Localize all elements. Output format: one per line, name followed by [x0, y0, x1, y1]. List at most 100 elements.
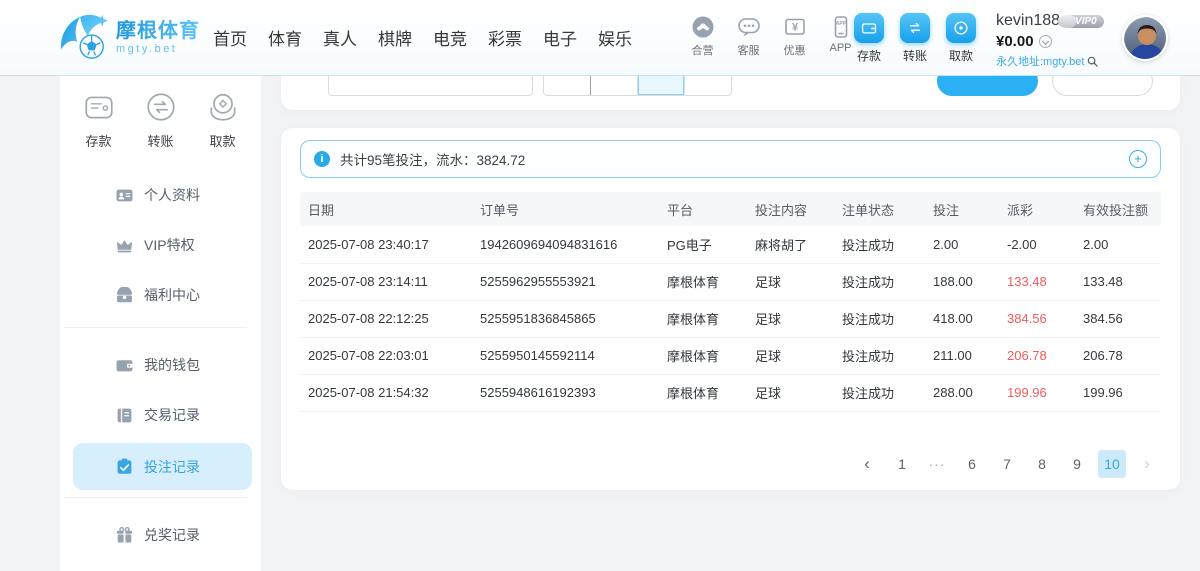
- action-label: 取款: [949, 47, 973, 64]
- table-row[interactable]: 2025-07-08 23:14:11 5255962955553921 摩根体…: [300, 263, 1161, 300]
- nav-item[interactable]: 真人: [323, 25, 357, 50]
- cell-valid-amount: 133.48: [1075, 263, 1161, 300]
- cell-valid-amount: 384.56: [1075, 300, 1161, 337]
- cell-valid-amount: 199.96: [1075, 374, 1161, 411]
- sidebar-deposit-button[interactable]: 存款: [76, 90, 122, 160]
- user-avatar[interactable]: [1122, 15, 1168, 61]
- nav-item[interactable]: 棋牌: [378, 25, 412, 50]
- sidebar-menu: 个人资料 VIP特权 福利中心: [60, 170, 261, 560]
- table-header-row: 日期 订单号 平台 投注内容 注单状态 投注 派彩 有效投注额: [300, 192, 1161, 226]
- nav-item[interactable]: 娱乐: [598, 25, 632, 50]
- pagination: ‹ 1···678910 ›: [853, 450, 1161, 478]
- pagination-page[interactable]: 6: [958, 450, 986, 478]
- sidebar-transfer-button[interactable]: 转账: [138, 90, 184, 160]
- service-label: APP: [829, 42, 851, 54]
- support-chat-icon: [737, 15, 761, 39]
- balance-dropdown-icon[interactable]: [1039, 35, 1052, 48]
- sidebar-item-transactions[interactable]: 交易记录: [60, 390, 261, 440]
- mobile-app-icon: APP: [829, 15, 853, 39]
- cell-date: 2025-07-08 22:12:25: [300, 300, 472, 337]
- pagination-page[interactable]: 1: [888, 450, 916, 478]
- nav-item[interactable]: 首页: [213, 25, 247, 50]
- nav-item[interactable]: 电竞: [433, 25, 467, 50]
- cell-date: 2025-07-08 22:03:01: [300, 337, 472, 374]
- sidebar-divider: [64, 327, 247, 328]
- promotions-link[interactable]: ¥ 优惠: [778, 15, 811, 58]
- table-row[interactable]: 2025-07-08 22:03:01 5255950145592114 摩根体…: [300, 337, 1161, 374]
- permanent-address[interactable]: 永久地址:mgty.bet: [996, 53, 1084, 69]
- pagination-page[interactable]: 10: [1098, 450, 1126, 478]
- brand-title: 摩根体育: [116, 20, 200, 42]
- nav-item[interactable]: 体育: [268, 25, 302, 50]
- pagination-page[interactable]: 8: [1028, 450, 1056, 478]
- menu-label: 交易记录: [144, 405, 200, 425]
- quick-label: 取款: [200, 131, 246, 150]
- pagination-page[interactable]: 9: [1063, 450, 1091, 478]
- deposit-button[interactable]: 存款: [853, 13, 885, 64]
- sidebar-withdraw-button[interactable]: 取款: [200, 90, 246, 160]
- cell-payout: 133.48: [999, 263, 1075, 300]
- pagination-page[interactable]: 7: [993, 450, 1021, 478]
- sidebar-quick-actions: 存款 转账 取款: [60, 76, 261, 160]
- nav-item[interactable]: 电子: [543, 25, 577, 50]
- magnifier-icon[interactable]: [1087, 56, 1098, 67]
- sidebar-item-profile[interactable]: 个人资料: [60, 170, 261, 220]
- menu-label: 投注记录: [144, 457, 200, 477]
- promo-coupon-icon: ¥: [783, 15, 807, 39]
- cell-payout: -2.00: [999, 226, 1075, 263]
- pagination-next[interactable]: ›: [1133, 450, 1161, 478]
- sidebar-item-vip[interactable]: VIP特权: [60, 220, 261, 270]
- col-date: 日期: [300, 192, 472, 226]
- sidebar-item-redeem-records[interactable]: 兑奖记录: [60, 510, 261, 560]
- sidebar-item-bet-records[interactable]: 投注记录: [73, 443, 252, 490]
- username[interactable]: kevin188: [996, 12, 1060, 30]
- cell-platform: 摩根体育: [659, 374, 747, 411]
- pagination-prev[interactable]: ‹: [853, 450, 881, 478]
- withdraw-icon: [946, 13, 976, 43]
- cell-valid-amount: 2.00: [1075, 226, 1161, 263]
- summary-bar: i 共计95笔投注，流水：3824.72 +: [300, 140, 1161, 178]
- cell-platform: PG电子: [659, 226, 747, 263]
- betting-records-page: 摩根体育 mgty.bet 首页体育真人棋牌电竞彩票电子娱乐 合营: [0, 0, 1200, 571]
- vip-badge[interactable]: VIP0: [1065, 15, 1104, 28]
- cell-date: 2025-07-08 23:40:17: [300, 226, 472, 263]
- cell-platform: 摩根体育: [659, 263, 747, 300]
- menu-label: 福利中心: [144, 285, 200, 305]
- nav-item[interactable]: 彩票: [488, 25, 522, 50]
- deposit-outline-icon: [82, 90, 116, 124]
- transfer-outline-icon: [144, 90, 178, 124]
- table-row[interactable]: 2025-07-08 22:12:25 5255951836845865 摩根体…: [300, 300, 1161, 337]
- expand-plus-icon[interactable]: +: [1129, 150, 1147, 168]
- col-order-id: 订单号: [472, 192, 659, 226]
- table-row[interactable]: 2025-07-08 21:54:32 5255948616192393 摩根体…: [300, 374, 1161, 411]
- deposit-icon: [854, 13, 884, 43]
- transfer-button[interactable]: 转账: [899, 13, 931, 64]
- cell-order-id: 5255962955553921: [472, 263, 659, 300]
- customer-service-link[interactable]: 客服: [732, 15, 765, 58]
- partner-link[interactable]: 合营: [686, 15, 719, 58]
- cell-bet-amount: 288.00: [925, 374, 999, 411]
- menu-label: 个人资料: [144, 185, 200, 205]
- service-label: 合营: [692, 42, 714, 58]
- cell-bet-amount: 418.00: [925, 300, 999, 337]
- table-row[interactable]: 2025-07-08 23:40:17 1942609694094831616 …: [300, 226, 1161, 263]
- brand-logo[interactable]: 摩根体育 mgty.bet: [58, 13, 200, 61]
- cell-order-id: 1942609694094831616: [472, 226, 659, 263]
- brand-domain: mgty.bet: [116, 43, 200, 55]
- top-header: 摩根体育 mgty.bet 首页体育真人棋牌电竞彩票电子娱乐 合营: [0, 0, 1200, 76]
- cell-platform: 摩根体育: [659, 337, 747, 374]
- avatar-image: [1124, 17, 1168, 61]
- quick-label: 存款: [76, 131, 122, 150]
- col-valid-amount: 有效投注额: [1075, 192, 1161, 226]
- sidebar-item-welfare[interactable]: 福利中心: [60, 270, 261, 320]
- sidebar-item-wallet[interactable]: 我的钱包: [60, 340, 261, 390]
- transactions-icon: [116, 407, 133, 424]
- quick-label: 转账: [138, 131, 184, 150]
- vip-crown-icon: [116, 237, 133, 254]
- service-label: 客服: [738, 42, 760, 58]
- action-label: 转账: [903, 47, 927, 64]
- welfare-icon: [116, 287, 133, 304]
- menu-label: VIP特权: [144, 235, 195, 255]
- transfer-icon: [900, 13, 930, 43]
- withdraw-button[interactable]: 取款: [945, 13, 977, 64]
